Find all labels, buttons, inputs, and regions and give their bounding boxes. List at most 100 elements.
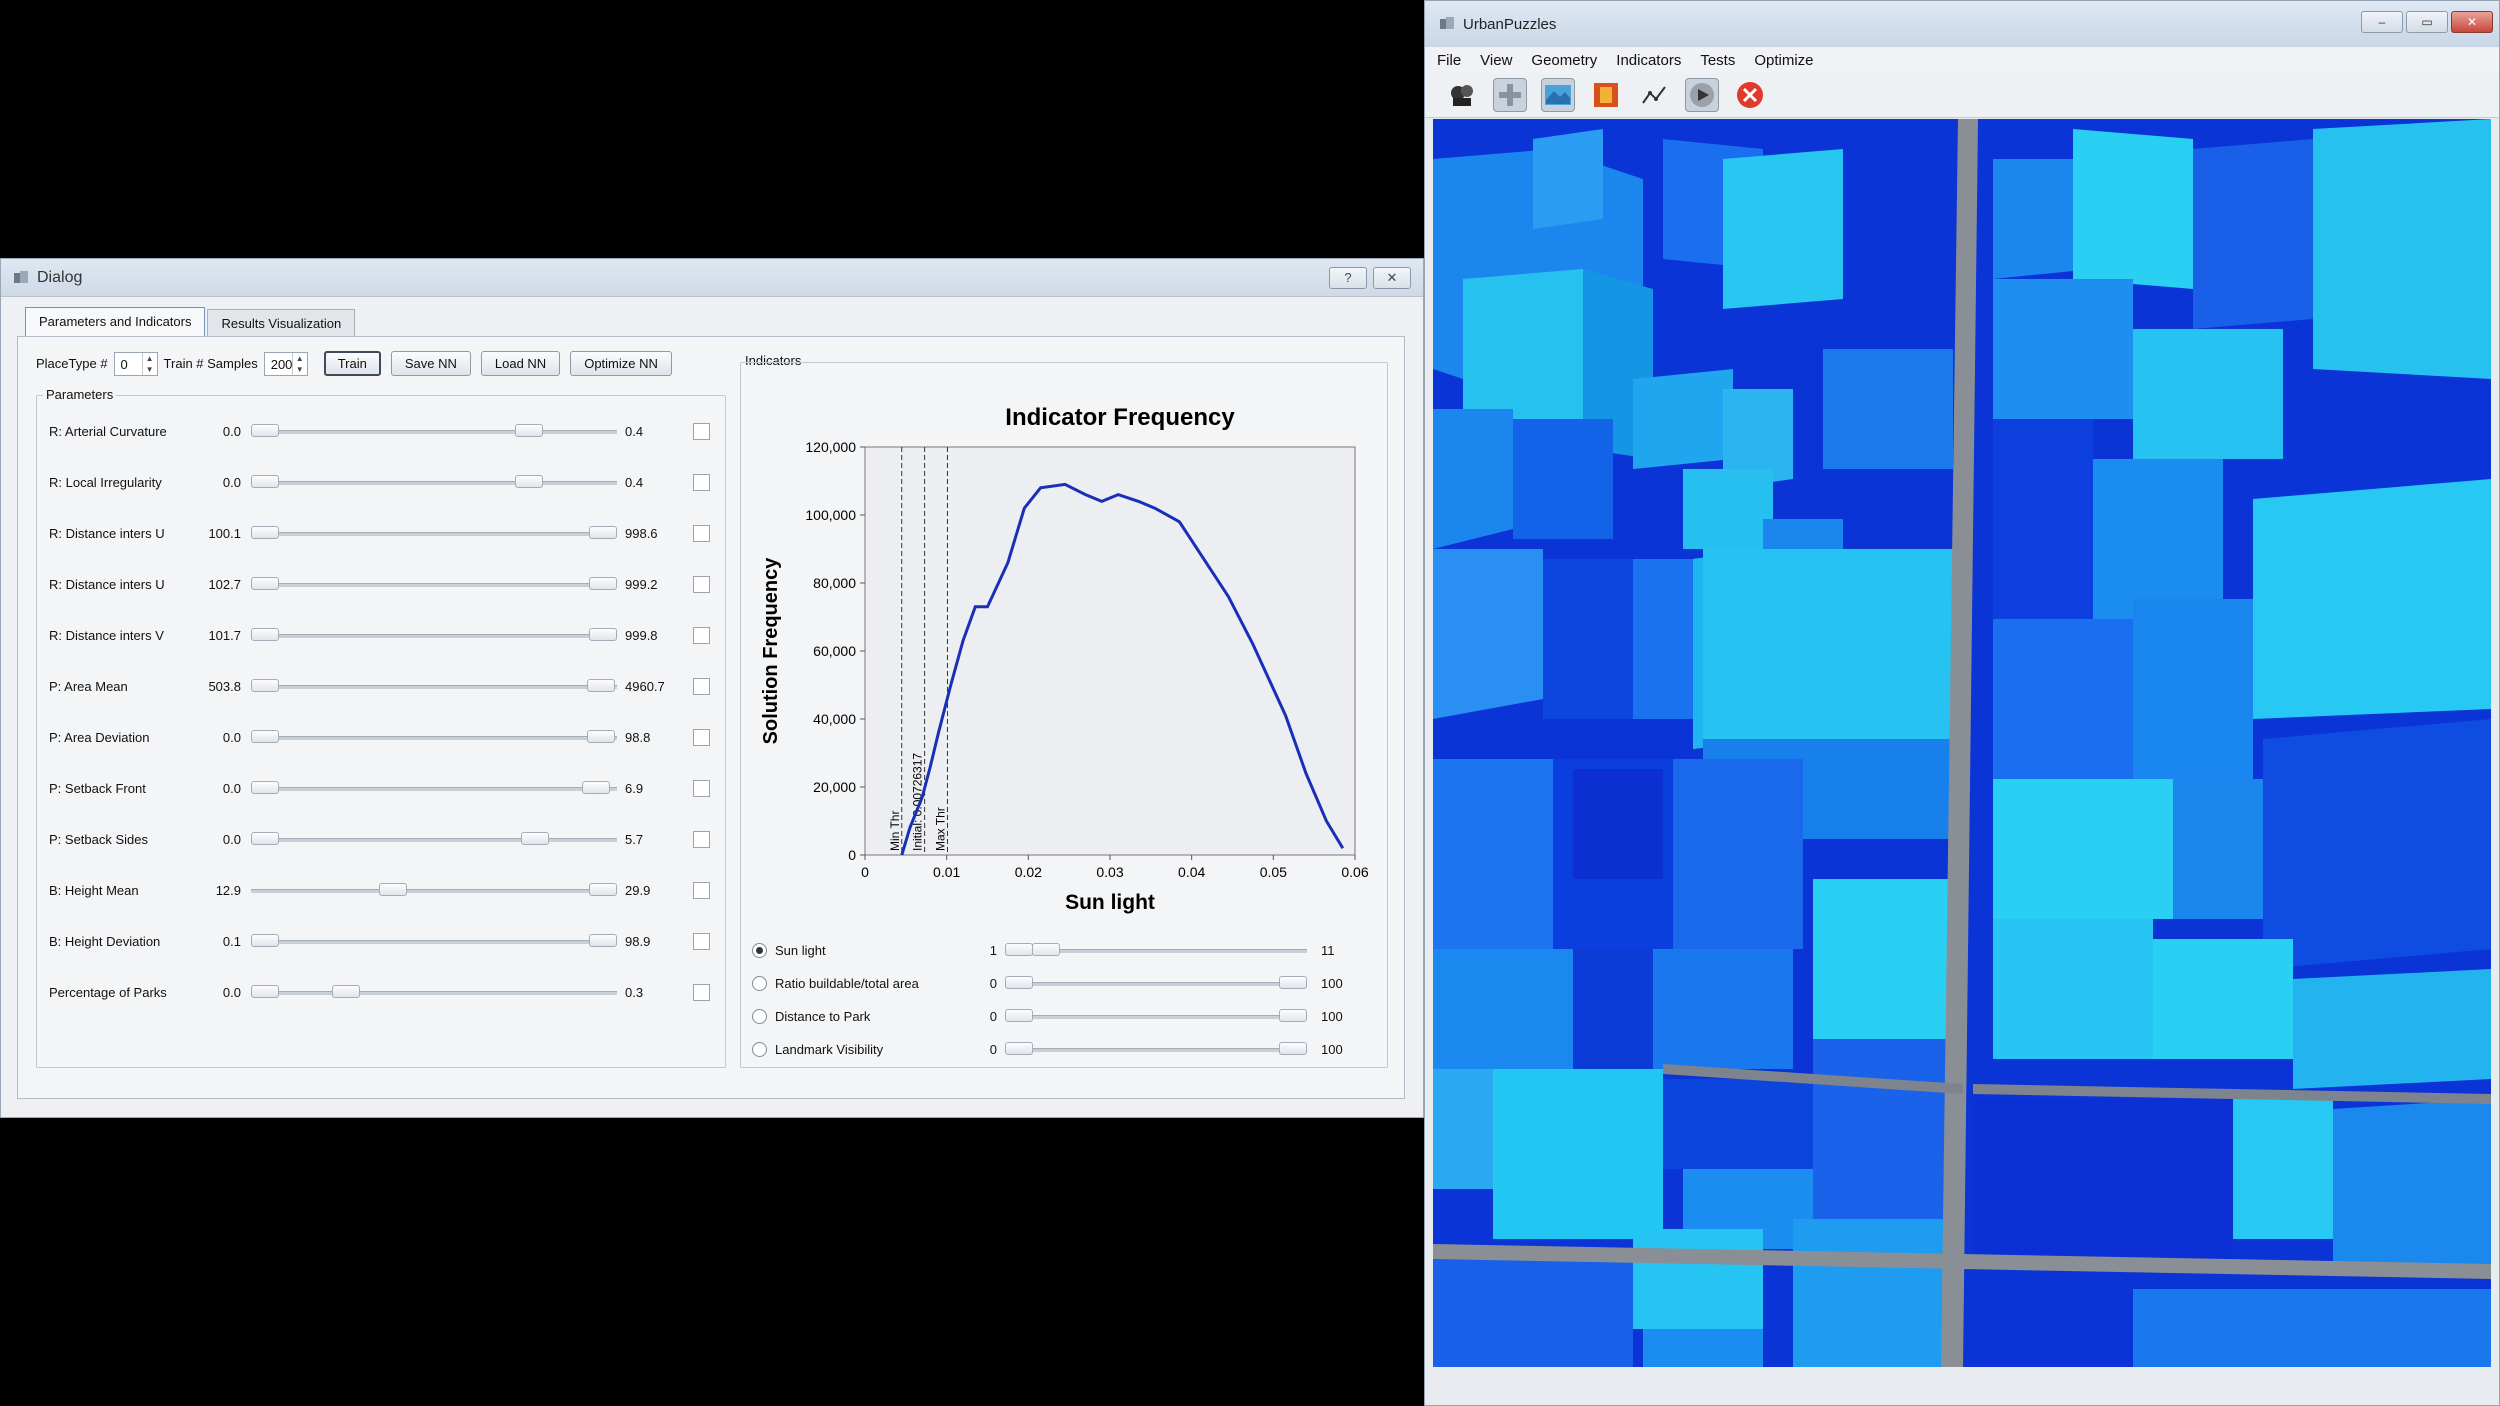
range-slider[interactable] [1005, 1040, 1307, 1058]
maximize-icon[interactable]: ▭ [2406, 11, 2448, 33]
menu-view[interactable]: View [1480, 52, 1512, 69]
camera-icon[interactable] [1445, 78, 1479, 112]
slider-max-handle[interactable] [589, 934, 617, 947]
range-slider[interactable] [251, 881, 617, 899]
slider-max-handle[interactable] [589, 526, 617, 539]
parameter-checkbox[interactable] [693, 932, 710, 950]
help-button[interactable]: ? [1329, 267, 1367, 289]
slider-max-handle[interactable] [521, 832, 550, 845]
slider-max-handle[interactable] [589, 883, 617, 896]
chart-title: Indicator Frequency [1005, 404, 1235, 431]
slider-track [251, 634, 617, 638]
menu-geometry[interactable]: Geometry [1531, 52, 1597, 69]
menu-indicators[interactable]: Indicators [1616, 52, 1681, 69]
slider-min-handle[interactable] [251, 526, 279, 539]
slider-max-handle[interactable] [1279, 1009, 1307, 1022]
range-slider[interactable] [1005, 941, 1307, 959]
parameter-checkbox[interactable] [693, 575, 710, 593]
range-slider[interactable] [1005, 1007, 1307, 1025]
train-button[interactable]: Train [323, 351, 381, 376]
indicator-label: Sun light [775, 942, 826, 958]
slider-min-handle[interactable] [379, 883, 408, 896]
terrain-icon[interactable] [1541, 78, 1575, 112]
slider-min-handle[interactable] [251, 424, 279, 437]
play-icon[interactable] [1685, 78, 1719, 112]
parameter-checkbox[interactable] [693, 983, 710, 1001]
range-slider[interactable] [251, 422, 617, 440]
slider-max-handle[interactable] [589, 628, 617, 641]
slider-min-handle[interactable] [251, 781, 279, 794]
plus-icon[interactable] [1493, 78, 1527, 112]
close-icon[interactable]: ✕ [2451, 11, 2493, 33]
slider-min-handle[interactable] [251, 679, 279, 692]
optimize-nn-button[interactable]: Optimize NN [570, 351, 672, 376]
slider-min-handle[interactable] [251, 628, 279, 641]
range-slider[interactable] [251, 575, 617, 593]
parameter-checkbox[interactable] [693, 728, 710, 746]
parameter-checkbox[interactable] [693, 524, 710, 542]
save-nn-button[interactable]: Save NN [390, 351, 471, 376]
slider-max-handle[interactable] [587, 679, 616, 692]
parameter-checkbox[interactable] [693, 881, 710, 899]
slider-max-handle[interactable] [332, 985, 361, 998]
slider-min-handle[interactable] [251, 985, 279, 998]
indicator-radio[interactable] [752, 1041, 767, 1057]
train-samples-spinbox[interactable]: 200 ▲ ▼ [263, 351, 308, 376]
3d-city-viewport[interactable] [1433, 119, 2491, 1367]
parameter-checkbox[interactable] [693, 422, 710, 440]
slider-max-handle[interactable] [587, 730, 616, 743]
indicator-radio[interactable] [752, 975, 767, 991]
slider-min-handle[interactable] [251, 730, 279, 743]
slider-max-handle[interactable] [514, 475, 543, 488]
load-nn-button[interactable]: Load NN [480, 351, 561, 376]
range-slider[interactable] [251, 626, 617, 644]
range-slider[interactable] [1005, 974, 1307, 992]
train-samples-label: Train # Samples [163, 356, 258, 371]
slider-max-handle[interactable] [1279, 976, 1307, 989]
parameter-checkbox[interactable] [693, 830, 710, 848]
tab-parameters-indicators[interactable]: Parameters and Indicators [25, 307, 206, 338]
menu-file[interactable]: File [1437, 52, 1461, 69]
slider-max-handle[interactable] [589, 577, 617, 590]
slider-min-handle[interactable] [1005, 943, 1033, 956]
indicator-radio[interactable] [752, 942, 767, 958]
range-slider[interactable] [251, 728, 617, 746]
indicator-min-value: 0 [989, 975, 997, 991]
urban-titlebar[interactable]: UrbanPuzzles – ▭ ✕ [1425, 1, 2499, 47]
range-slider[interactable] [251, 983, 617, 1001]
graph-icon[interactable] [1637, 78, 1671, 112]
slider-min-handle[interactable] [251, 832, 279, 845]
slider-max-handle[interactable] [582, 781, 611, 794]
slider-max-handle[interactable] [1279, 1042, 1307, 1055]
close-button[interactable]: ✕ [1373, 267, 1411, 289]
render-icon[interactable] [1589, 78, 1623, 112]
range-slider[interactable] [251, 677, 617, 695]
dialog-titlebar[interactable]: Dialog ? ✕ [1, 259, 1423, 297]
slider-min-handle[interactable] [251, 577, 279, 590]
minimize-icon[interactable]: – [2361, 11, 2403, 33]
range-slider[interactable] [251, 779, 617, 797]
range-slider[interactable] [251, 830, 617, 848]
slider-min-handle[interactable] [1005, 976, 1033, 989]
menu-optimize[interactable]: Optimize [1754, 52, 1813, 69]
spin-arrows-icon[interactable]: ▲ ▼ [141, 352, 157, 375]
parameter-checkbox[interactable] [693, 626, 710, 644]
spin-arrows-icon[interactable]: ▲ ▼ [291, 352, 307, 375]
menu-tests[interactable]: Tests [1700, 52, 1735, 69]
parameter-checkbox[interactable] [693, 677, 710, 695]
indicator-radio[interactable] [752, 1008, 767, 1024]
range-slider[interactable] [251, 932, 617, 950]
stop-icon[interactable] [1733, 78, 1767, 112]
slider-min-handle[interactable] [1005, 1009, 1033, 1022]
range-slider[interactable] [251, 473, 617, 491]
parameter-checkbox[interactable] [693, 473, 710, 491]
slider-max-handle[interactable] [1032, 943, 1061, 956]
parameter-label: R: Distance inters V [49, 627, 164, 643]
slider-min-handle[interactable] [1005, 1042, 1033, 1055]
slider-max-handle[interactable] [514, 424, 543, 437]
slider-min-handle[interactable] [251, 934, 279, 947]
placetype-spinbox[interactable]: 0 ▲ ▼ [113, 351, 158, 376]
slider-min-handle[interactable] [251, 475, 279, 488]
parameter-checkbox[interactable] [693, 779, 710, 797]
range-slider[interactable] [251, 524, 617, 542]
